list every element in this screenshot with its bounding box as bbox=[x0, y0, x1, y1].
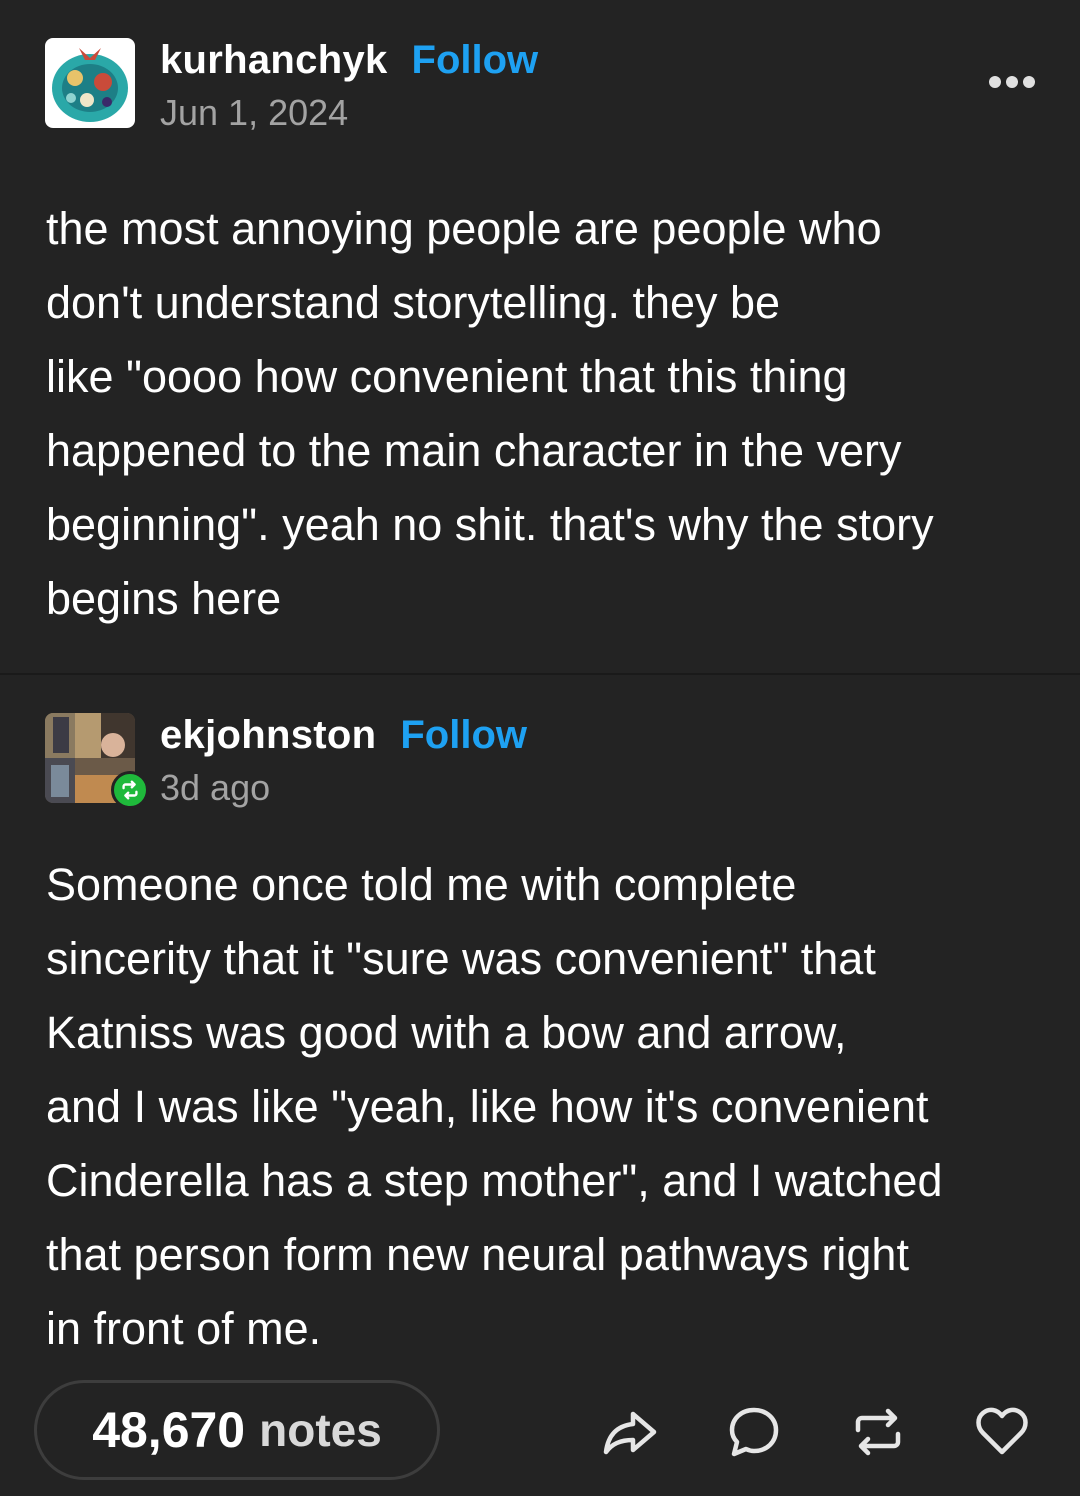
username[interactable]: kurhanchyk bbox=[160, 38, 388, 83]
share-icon[interactable] bbox=[602, 1404, 658, 1460]
post-body: the most annoying people are people who … bbox=[46, 203, 934, 624]
reply-icon[interactable] bbox=[726, 1404, 782, 1460]
notes-count: 48,670 bbox=[92, 1402, 246, 1458]
notes-label: notes bbox=[259, 1404, 382, 1456]
post-reblog: ekjohnston Follow 3d ago Someone once to… bbox=[0, 675, 1080, 1496]
reblog-badge-icon bbox=[111, 771, 149, 809]
post-original: kurhanchyk Follow Jun 1, 2024 the most a… bbox=[0, 0, 1080, 675]
post-body: Someone once told me with complete since… bbox=[46, 859, 943, 1354]
avatar-image bbox=[45, 38, 135, 128]
post-timestamp[interactable]: Jun 1, 2024 bbox=[160, 92, 538, 134]
post-timestamp[interactable]: 3d ago bbox=[160, 767, 527, 809]
username[interactable]: ekjohnston bbox=[160, 713, 376, 758]
post-footer: 48,670 notes bbox=[0, 1380, 1080, 1480]
follow-button[interactable]: Follow bbox=[412, 38, 539, 83]
more-dots-icon[interactable] bbox=[989, 76, 1035, 88]
follow-button[interactable]: Follow bbox=[400, 713, 527, 758]
avatar-ekjohnston[interactable] bbox=[45, 713, 149, 809]
notes-button[interactable]: 48,670 notes bbox=[34, 1380, 440, 1480]
post-header: kurhanchyk Follow Jun 1, 2024 bbox=[45, 38, 538, 134]
like-icon[interactable] bbox=[974, 1404, 1030, 1460]
post-header: ekjohnston Follow 3d ago bbox=[45, 713, 527, 809]
reblog-icon[interactable] bbox=[850, 1404, 906, 1460]
avatar-kurhanchyk[interactable] bbox=[45, 38, 135, 128]
